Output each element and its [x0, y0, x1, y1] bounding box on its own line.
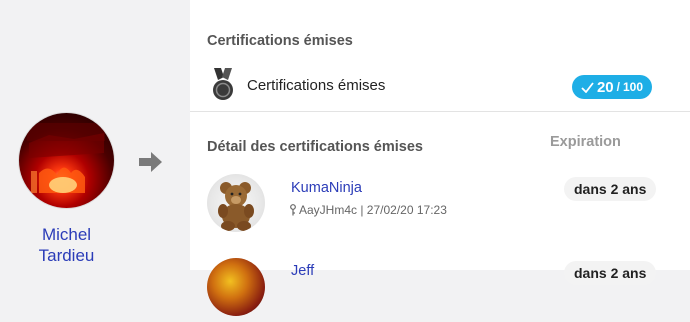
- list-item[interactable]: KumaNinja AayJHm4c | 27/02/20 17:23 dans…: [190, 170, 690, 240]
- expiration-column-header: Expiration: [550, 134, 621, 150]
- issuer-column: Michel Tardieu: [0, 0, 130, 270]
- profile-last-name[interactable]: Tardieu: [10, 245, 123, 266]
- certification-meta: AayJHm4c | 27/02/20 17:23: [289, 203, 447, 217]
- section-divider: [190, 111, 690, 112]
- certification-meta-text: AayJHm4c | 27/02/20 17:23: [299, 203, 447, 217]
- arrow-right-icon: [139, 152, 162, 172]
- check-icon: [581, 81, 594, 93]
- issued-separator: /: [616, 80, 620, 94]
- profile-first-name[interactable]: Michel: [10, 224, 123, 245]
- profile-photo-icon: [27, 123, 105, 193]
- certified-member-name[interactable]: Jeff: [291, 263, 314, 279]
- certified-member-name[interactable]: KumaNinja: [291, 180, 362, 196]
- avatar[interactable]: [207, 174, 265, 232]
- list-item[interactable]: Jeff dans 2 ans: [190, 252, 690, 322]
- key-icon: [290, 204, 296, 216]
- issued-summary-row[interactable]: Certifications émises 20 / 100: [190, 60, 690, 110]
- medal-icon: [213, 68, 233, 100]
- expiration-chip: dans 2 ans: [564, 177, 657, 201]
- teddy-bear-icon: [218, 182, 254, 231]
- profile-avatar[interactable]: [19, 113, 114, 208]
- certifications-panel: Certifications émises Certifications émi…: [190, 0, 690, 316]
- issued-total: 100: [623, 80, 644, 94]
- issued-label: Certifications émises: [247, 77, 386, 94]
- issued-count: 20: [596, 78, 614, 96]
- issued-count-badge: 20 / 100: [572, 75, 652, 99]
- details-section-title: Détail des certifications émises: [207, 139, 423, 155]
- expiration-chip: dans 2 ans: [564, 261, 657, 285]
- profile-name[interactable]: Michel Tardieu: [10, 224, 123, 266]
- issued-section-title: Certifications émises: [207, 33, 353, 49]
- avatar[interactable]: [207, 258, 265, 316]
